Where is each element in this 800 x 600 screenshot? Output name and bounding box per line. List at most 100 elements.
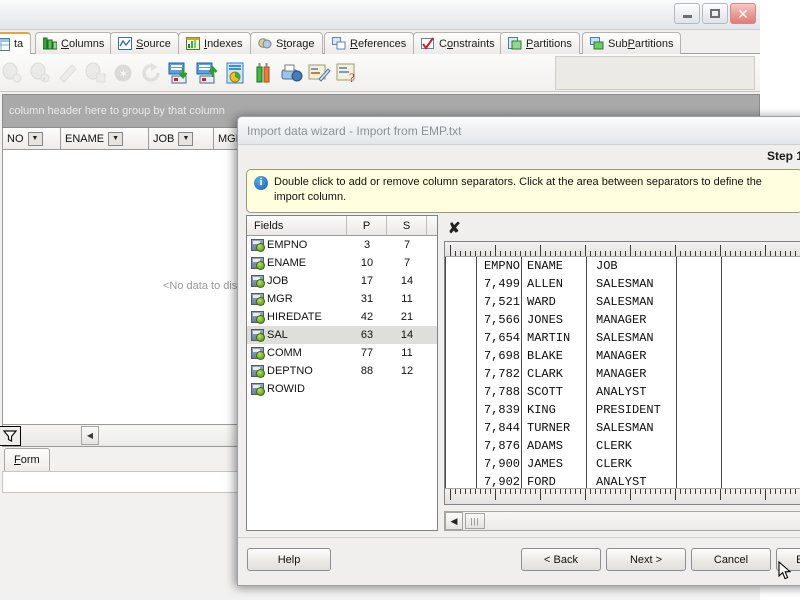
ruler-tick [505, 489, 506, 494]
fields-header-p[interactable]: P [347, 216, 387, 235]
grid-column-empno[interactable]: NO ▼ [3, 128, 61, 149]
edit-record-icon[interactable] [54, 60, 80, 86]
close-button[interactable]: ✕ [730, 3, 756, 24]
tab-indexes[interactable]: Indexes [178, 32, 251, 54]
column-ruler-bottom[interactable] [445, 488, 800, 504]
tab-constraints[interactable]: Constraints [413, 32, 503, 54]
fields-header-name[interactable]: Fields [247, 216, 347, 235]
x-mark-icon[interactable]: ✘ [448, 219, 461, 238]
preview-scroll-left-button[interactable]: ◀ [445, 512, 463, 530]
ruler-tick [595, 251, 596, 256]
preview-cell-empno: 7,566 [483, 313, 520, 327]
ruler-tick [695, 489, 696, 494]
field-row-ename[interactable]: ENAME 10 7 [247, 254, 437, 272]
tab-form[interactable]: Form [4, 448, 50, 471]
field-row-hiredate[interactable]: HIREDATE 42 21 [247, 308, 437, 326]
close-icon: ✕ [737, 5, 749, 22]
tools-icon[interactable] [250, 60, 276, 86]
preview-row[interactable]: EMPNO ENAME JOB MGR [445, 257, 800, 275]
preview-row[interactable]: 7,900 JAMES CLERK 7,698 [445, 455, 800, 473]
field-row-rowid[interactable]: ROWID [247, 380, 437, 398]
ruler-tick [775, 489, 776, 494]
fields-header-s[interactable]: S [387, 216, 427, 235]
query-builder-icon[interactable]: ? [334, 60, 360, 86]
last-record-icon[interactable] [0, 60, 24, 86]
no-data-message: <No data to disp [163, 280, 244, 292]
ruler-tick [760, 489, 761, 494]
maximize-button[interactable] [702, 3, 728, 24]
preview-row[interactable]: 7,876 ADAMS CLERK 7,788 [445, 437, 800, 455]
grid-column-job[interactable]: JOB ▼ [149, 128, 214, 149]
preview-row[interactable]: 7,844 TURNER SALESMAN 7,698 [445, 419, 800, 437]
maximize-icon [703, 4, 727, 23]
ruler-tick [455, 489, 456, 494]
preview-row[interactable]: 7,698 BLAKE MANAGER 7,839 [445, 347, 800, 365]
minimize-button[interactable] [674, 3, 700, 24]
table-icon [0, 37, 10, 51]
field-row-sal[interactable]: SAL 63 14 [247, 326, 437, 344]
field-icon [251, 275, 265, 288]
chevron-down-icon[interactable]: ▼ [178, 131, 194, 146]
preview-cell-ename: MARTIN [527, 331, 571, 345]
chevron-down-icon[interactable]: ▼ [108, 131, 124, 146]
filter-icon[interactable] [0, 425, 21, 446]
preview-cell-empno: 7,654 [483, 331, 520, 345]
help-button[interactable]: Help [247, 548, 331, 571]
preview-row[interactable]: 7,839 KING PRESIDENT [445, 401, 800, 419]
constraints-icon [421, 37, 435, 50]
field-row-empno[interactable]: EMPNO 3 7 [247, 236, 437, 254]
preview-row[interactable]: 7,566 JONES MANAGER 7,839 [445, 311, 800, 329]
back-button[interactable]: < Back [521, 548, 601, 571]
ruler-tick [785, 489, 786, 494]
column-ruler-top[interactable] [445, 242, 800, 257]
cancel-button[interactable]: Cancel [691, 548, 771, 571]
field-row-mgr[interactable]: MGR 31 11 [247, 290, 437, 308]
ruler-tick [770, 489, 771, 494]
tab-source[interactable]: Source [110, 32, 179, 54]
preview-row[interactable]: 7,499 ALLEN SALESMAN 7,698 [445, 275, 800, 293]
preview-data-box[interactable]: EMPNOENAMEJOBMGR7,499ALLENSALESMAN7,6987… [444, 241, 800, 505]
tab-references[interactable]: References [324, 32, 415, 54]
grid-scroll-left-button[interactable]: ◀ [81, 426, 99, 445]
next-button[interactable]: Next > [606, 548, 686, 571]
ruler-tick [485, 251, 486, 256]
tab-storage[interactable]: Storage [250, 32, 323, 54]
fields-list-panel[interactable]: Fields P S EMPNO 3 7 ENAME 10 7 JOB 17 14 MGR 31 11… [246, 215, 438, 531]
import-wizard-dialog: Import data wizard - Import from EMP.txt… [237, 116, 800, 586]
chart-icon[interactable] [222, 60, 248, 86]
field-row-comm[interactable]: COMM 77 11 [247, 344, 437, 362]
grid-column-ename[interactable]: ENAME ▼ [61, 128, 149, 149]
preview-row[interactable]: 7,902 FORD ANALYST 7,566 [445, 473, 800, 488]
refresh-data-icon[interactable] [138, 60, 164, 86]
preview-row[interactable]: 7,782 CLARK MANAGER 7,839 [445, 365, 800, 383]
field-row-job[interactable]: JOB 17 14 [247, 272, 437, 290]
ruler-tick [640, 251, 641, 256]
import-data-icon[interactable] [166, 60, 192, 86]
print-data-icon[interactable] [278, 60, 304, 86]
cancel-edit-icon[interactable]: ✶ [110, 60, 136, 86]
tab-partitions[interactable]: Partitions [500, 32, 580, 54]
edit-query-icon[interactable] [306, 60, 332, 86]
preview-row[interactable]: 7,788 SCOTT ANALYST 7,566 [445, 383, 800, 401]
dialog-titlebar: Import data wizard - Import from EMP.txt [238, 117, 800, 145]
tab-subpartitions[interactable]: SubPartitions [582, 32, 682, 54]
preview-row[interactable]: 7,521 WARD SALESMAN 7,698 [445, 293, 800, 311]
field-name: ROWID [267, 383, 305, 395]
ruler-tick [480, 251, 481, 256]
ruler-tick [700, 251, 701, 256]
tab-columns[interactable]: Columns [35, 32, 113, 54]
field-size: 7 [403, 257, 411, 269]
preview-rows[interactable]: EMPNOENAMEJOBMGR7,499ALLENSALESMAN7,6987… [445, 257, 800, 488]
post-edit-icon[interactable] [82, 60, 108, 86]
source-icon [118, 37, 132, 50]
svg-text:x: x [43, 76, 47, 83]
field-row-deptno[interactable]: DEPTNO 88 12 [247, 362, 437, 380]
preview-horizontal-scrollbar[interactable]: ◀ ||| [444, 511, 800, 531]
field-position: 3 [363, 239, 371, 251]
insert-record-icon[interactable]: x [26, 60, 52, 86]
preview-row[interactable]: 7,654 MARTIN SALESMAN 7,698 [445, 329, 800, 347]
export-data-icon[interactable] [194, 60, 220, 86]
chevron-down-icon[interactable]: ▼ [27, 131, 43, 146]
tab-data[interactable]: ta [0, 32, 32, 54]
preview-scroll-thumb[interactable]: ||| [465, 513, 485, 529]
